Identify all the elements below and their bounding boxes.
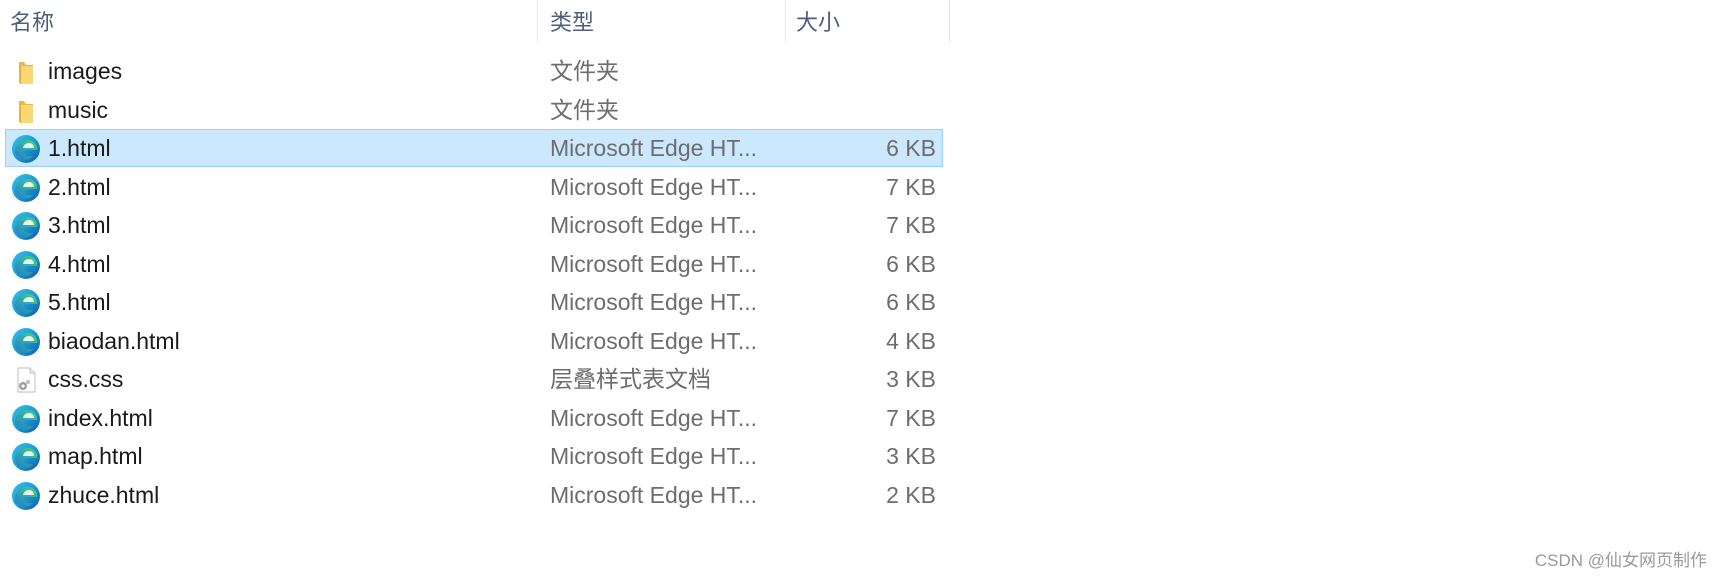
file-name: 5.html [48,289,111,315]
file-row[interactable]: css.css 层叠样式表文档 3 KB [5,360,943,398]
file-name: biaodan.html [48,327,180,354]
file-size: 6 KB [886,135,936,161]
file-size: 4 KB [886,327,936,354]
file-row[interactable]: map.html Microsoft Edge HT... 3 KB [5,437,943,475]
file-row[interactable]: zhuce.html Microsoft Edge HT... 2 KB [5,476,943,514]
file-size: 3 KB [886,366,936,392]
file-size: 6 KB [886,250,936,277]
edge-icon [11,211,41,241]
file-type: Microsoft Edge HT... [550,173,758,200]
file-size: 7 KB [886,212,936,238]
column-header-name-label: 名称 [10,10,55,35]
css-file-icon [11,365,41,395]
file-type: Microsoft Edge HT... [550,443,758,469]
file-row[interactable]: index.html Microsoft Edge HT... 7 KB [5,399,943,437]
file-type: 文件夹 [550,58,619,84]
file-type: 层叠样式表文档 [550,366,711,392]
file-row[interactable]: 3.html Microsoft Edge HT... 7 KB [5,206,943,244]
file-row[interactable]: images 文件夹 [5,52,943,90]
file-size: 3 KB [886,443,936,469]
file-name: 4.html [48,250,111,277]
edge-icon [11,250,41,280]
file-name: index.html [48,404,153,431]
file-name: 3.html [48,212,111,238]
file-name: map.html [48,443,143,469]
file-type: Microsoft Edge HT... [550,135,758,161]
file-size: 6 KB [886,289,936,315]
file-type: Microsoft Edge HT... [550,289,758,315]
file-name: 2.html [48,173,111,200]
file-explorer-details-view: 名称 类型 大小 images 文件夹 music 文件夹 1.html Microsof… [0,0,1713,579]
file-size: 7 KB [886,173,936,200]
file-type: Microsoft Edge HT... [550,481,758,508]
file-name: zhuce.html [48,481,160,508]
file-row[interactable]: biaodan.html Microsoft Edge HT... 4 KB [5,322,943,360]
file-size: 7 KB [886,404,936,431]
file-name: css.css [48,366,124,392]
file-size: 2 KB [886,481,936,508]
watermark-text: CSDN @仙女网页制作 [1534,551,1707,570]
edge-icon [11,173,41,203]
file-type: Microsoft Edge HT... [550,212,758,238]
file-row[interactable]: 1.html Microsoft Edge HT... 6 KB [5,129,943,167]
file-name: music [48,96,109,123]
edge-icon [11,288,41,318]
file-row[interactable]: 2.html Microsoft Edge HT... 7 KB [5,168,943,206]
column-header-name[interactable]: 名称 [0,0,538,42]
column-header-size[interactable]: 大小 [786,0,950,42]
file-name: images [48,58,123,84]
edge-icon [11,481,41,511]
edge-icon [11,327,41,357]
column-header-size-label: 大小 [796,10,841,35]
edge-icon [11,404,41,434]
folder-icon [11,96,41,126]
file-row[interactable]: 5.html Microsoft Edge HT... 6 KB [5,283,943,321]
folder-icon [11,57,41,87]
file-row[interactable]: 4.html Microsoft Edge HT... 6 KB [5,245,943,283]
edge-icon [11,442,41,472]
file-row[interactable]: music 文件夹 [5,91,943,129]
file-type: Microsoft Edge HT... [550,404,758,431]
file-name: 1.html [48,135,111,161]
column-header-type[interactable]: 类型 [538,0,786,42]
file-type: Microsoft Edge HT... [550,327,758,354]
file-type: 文件夹 [550,96,619,123]
edge-icon [11,134,41,164]
column-header-type-label: 类型 [550,10,595,35]
file-type: Microsoft Edge HT... [550,250,758,277]
